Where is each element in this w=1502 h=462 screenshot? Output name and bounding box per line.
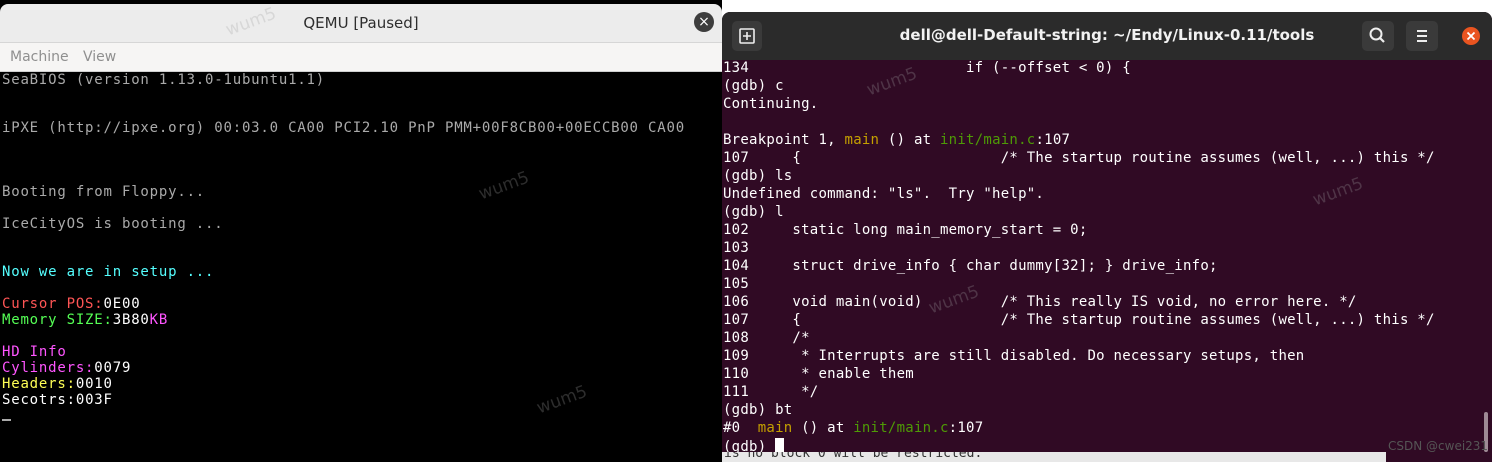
search-button[interactable]	[1362, 21, 1394, 51]
file-name: init/main.c	[853, 420, 949, 436]
text: :107	[948, 420, 984, 436]
terminal-line: #0 main () at init/main.c:107	[723, 420, 983, 436]
csdn-watermark: CSDN @cwei231	[1388, 439, 1489, 453]
text: #0	[723, 420, 758, 436]
terminal-window-title: dell@dell-Default-string: ~/Endy/Linux-0…	[899, 26, 1315, 44]
cylinders-label: Cylinders:	[2, 360, 95, 376]
search-icon	[1369, 27, 1385, 43]
qemu-titlebar: QEMU [Paused] ×	[0, 4, 722, 43]
terminal-line: (gdb) ls	[723, 168, 793, 184]
terminal-line: 102 static long main_memory_start = 0;	[723, 222, 1088, 238]
cylinders-line: Cylinders:0079	[2, 360, 131, 376]
terminal-line: 107 { /* The startup routine assumes (we…	[723, 150, 1435, 166]
terminal-line: Continuing.	[723, 96, 819, 112]
terminal-line: 134 if (--offset < 0) {	[723, 60, 1131, 76]
cylinders-value: 0079	[94, 360, 132, 376]
background-window-strip: is no block 0 will be restricted.	[722, 452, 1386, 462]
close-icon[interactable]: ×	[694, 12, 714, 32]
secotrs-label: Secotrs:	[2, 392, 76, 408]
terminal-line: Breakpoint 1, main () at init/main.c:107	[723, 132, 1070, 148]
terminal-line: 105	[723, 276, 750, 292]
desktop-edge	[1492, 12, 1502, 462]
function-name: main	[757, 420, 793, 436]
secotrs-value: 003F	[75, 392, 113, 408]
close-button[interactable]	[1462, 27, 1480, 45]
new-tab-button[interactable]	[732, 21, 762, 51]
terminal-window: dell@dell-Default-string: ~/Endy/Linux-0…	[722, 12, 1492, 462]
terminal-line: 106 void main(void) /* This really IS vo…	[723, 294, 1357, 310]
menu-button[interactable]	[1406, 21, 1438, 51]
bios-line: IceCityOS is booting ...	[2, 216, 224, 232]
text: () at	[792, 420, 854, 436]
text-cursor	[2, 419, 11, 421]
text: Breakpoint 1,	[723, 132, 845, 148]
memory-size-unit: KB	[149, 312, 169, 328]
desktop-gap	[722, 0, 1502, 12]
cursor-pos-label: Cursor POS:	[2, 296, 104, 312]
terminal-line: 110 * enable them	[723, 366, 914, 382]
bios-line: Booting from Floppy...	[2, 184, 206, 200]
terminal-line: 107 { /* The startup routine assumes (we…	[723, 312, 1435, 328]
hamburger-menu-icon	[1417, 30, 1427, 42]
terminal-line: (gdb) c	[723, 78, 784, 94]
terminal-line: 109 * Interrupts are still disabled. Do …	[723, 348, 1305, 364]
cursor-pos-line: Cursor POS:0E00	[2, 296, 140, 312]
text: () at	[879, 132, 940, 148]
new-tab-icon	[739, 28, 755, 44]
qemu-window: QEMU [Paused] × Machine View SeaBIOS (ve…	[0, 0, 722, 462]
qemu-window-title: QEMU [Paused]	[303, 14, 419, 32]
headers-label: Headers:	[2, 376, 76, 392]
setup-line: Now we are in setup ...	[2, 264, 215, 280]
terminal-headerbar: dell@dell-Default-string: ~/Endy/Linux-0…	[722, 12, 1492, 60]
memory-size-value: 3B80	[112, 312, 150, 328]
terminal-line: 104 struct drive_info { char dummy[32]; …	[723, 258, 1218, 274]
bios-line: iPXE (http://ipxe.org) 00:03.0 CA00 PCI2…	[2, 120, 685, 136]
function-name: main	[844, 132, 880, 148]
secotrs-line: Secotrs:003F	[2, 392, 113, 408]
terminal-line: Undefined command: "ls". Try "help".	[723, 186, 1045, 202]
menu-machine[interactable]: Machine	[10, 49, 69, 65]
terminal-line: (gdb) bt	[723, 402, 793, 418]
qemu-menubar: Machine View	[0, 43, 722, 72]
headers-line: Headers:0010	[2, 376, 113, 392]
file-name: init/main.c	[940, 132, 1036, 148]
headers-value: 0010	[75, 376, 113, 392]
bios-line: SeaBIOS (version 1.13.0-1ubuntu1.1)	[2, 72, 326, 88]
text: :107	[1035, 132, 1071, 148]
close-icon	[1466, 31, 1476, 41]
cursor-pos-value: 0E00	[103, 296, 141, 312]
terminal-output[interactable]: 134 if (--offset < 0) { (gdb) c Continui…	[722, 60, 1484, 462]
terminal-line: 103	[723, 240, 750, 256]
qemu-display[interactable]: SeaBIOS (version 1.13.0-1ubuntu1.1) iPXE…	[0, 72, 722, 462]
background-text: is no block 0 will be restricted.	[724, 452, 983, 461]
terminal-line: 108 /*	[723, 330, 810, 346]
memory-size-label: Memory SIZE:	[2, 312, 113, 328]
menu-view[interactable]: View	[83, 49, 116, 65]
terminal-line: (gdb) l	[723, 204, 784, 220]
terminal-line: 111 */	[723, 384, 819, 400]
memory-size-line: Memory SIZE:3B80KB	[2, 312, 168, 328]
hd-info-heading: HD Info	[2, 344, 67, 360]
